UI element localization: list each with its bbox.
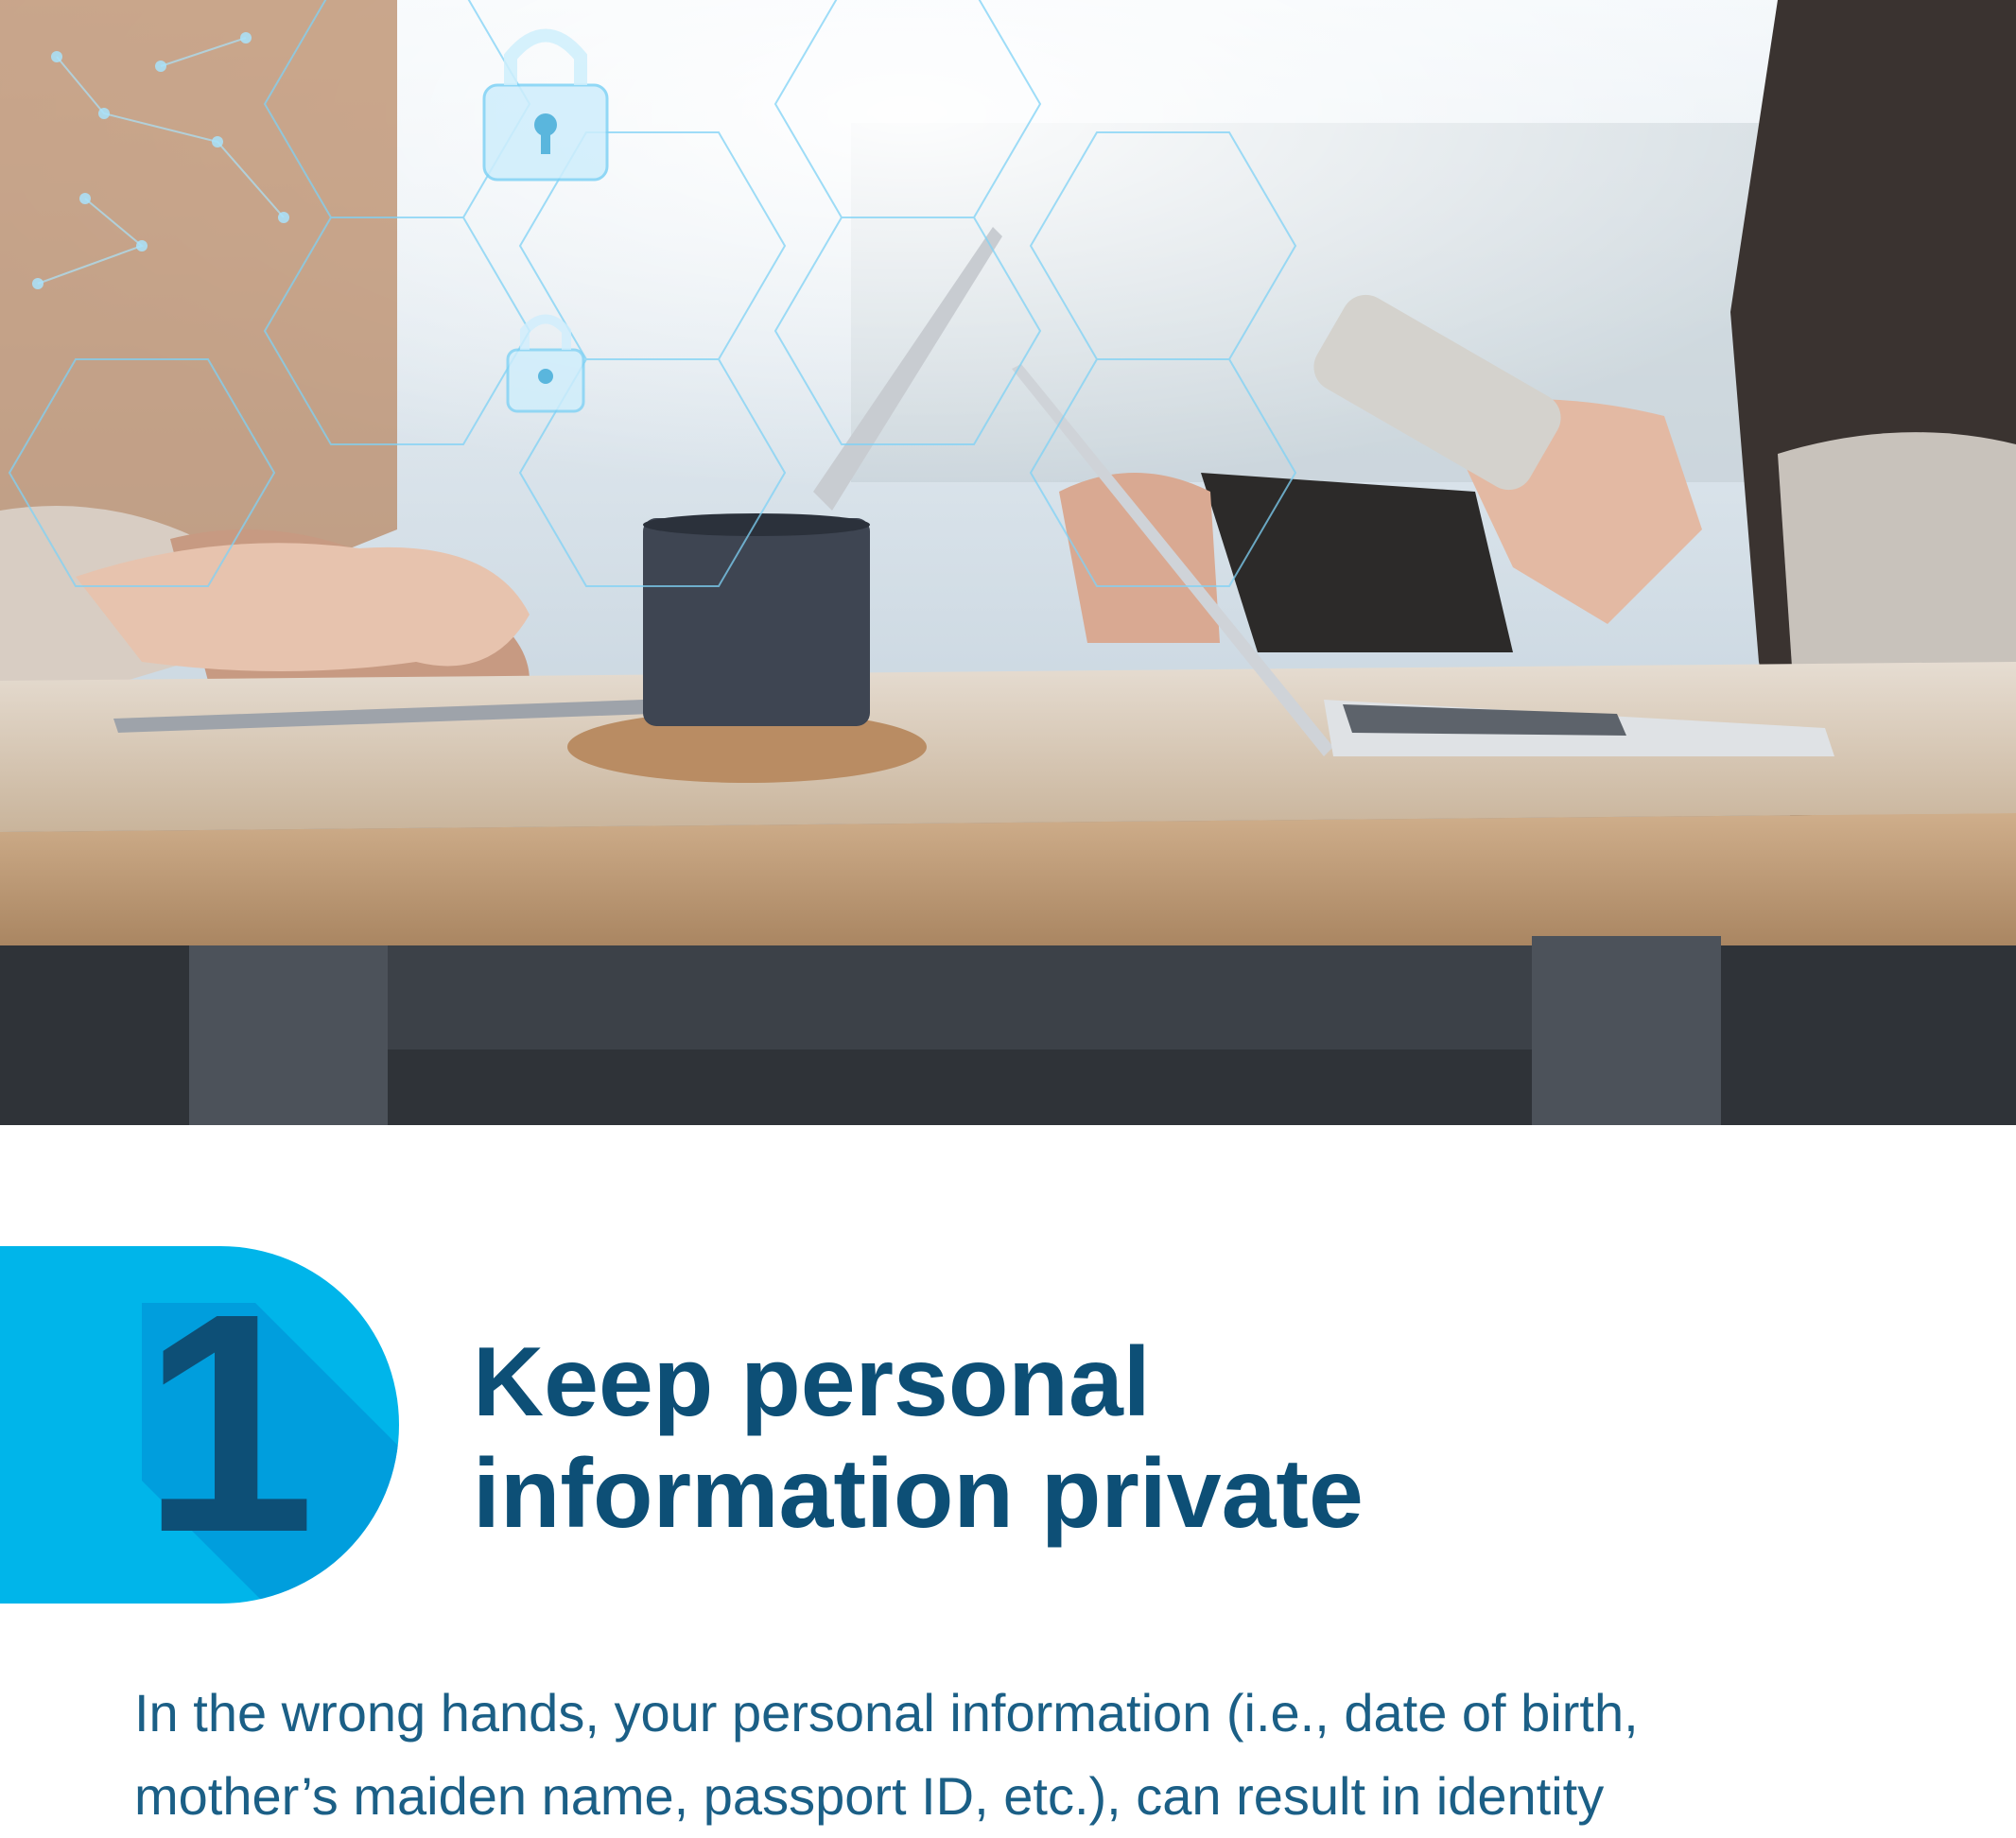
hero-illustration	[0, 0, 2016, 1125]
section-title: Keep personal information private	[473, 1326, 1948, 1550]
section-body: In the wrong hands, your personal inform…	[134, 1672, 1931, 1838]
body-line: mother’s maiden name, passport ID, etc.)…	[134, 1766, 1605, 1826]
hero-image	[0, 0, 2016, 1125]
body-line: In the wrong hands, your personal inform…	[134, 1683, 1639, 1743]
section-title-line: Keep personal	[473, 1327, 1151, 1437]
section-number: 1	[142, 1248, 316, 1597]
section-title-line: information private	[473, 1439, 1364, 1549]
